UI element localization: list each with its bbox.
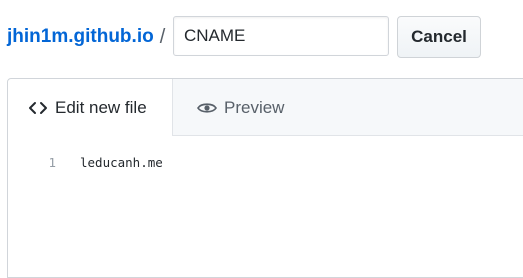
cancel-button[interactable]: Cancel (397, 16, 481, 58)
line-content[interactable]: leducanh.me (80, 155, 163, 170)
code-icon (28, 101, 48, 115)
tab-edit-label: Edit new file (55, 97, 147, 117)
breadcrumb-separator: / (159, 25, 166, 48)
file-editor: Edit new file Preview 1 leducanh.me (7, 78, 523, 278)
editor-tabbar: Edit new file Preview (8, 79, 523, 136)
tab-preview[interactable]: Preview (173, 79, 323, 136)
breadcrumb: jhin1m.github.io / (7, 16, 171, 58)
tab-preview-label: Preview (224, 97, 285, 117)
filename-input[interactable] (173, 16, 389, 56)
line-number: 1 (48, 155, 56, 170)
repo-link[interactable]: jhin1m.github.io (7, 26, 154, 48)
code-line: 1 leducanh.me (8, 155, 523, 170)
tab-edit-new-file[interactable]: Edit new file (8, 79, 173, 136)
eye-icon (197, 101, 217, 115)
